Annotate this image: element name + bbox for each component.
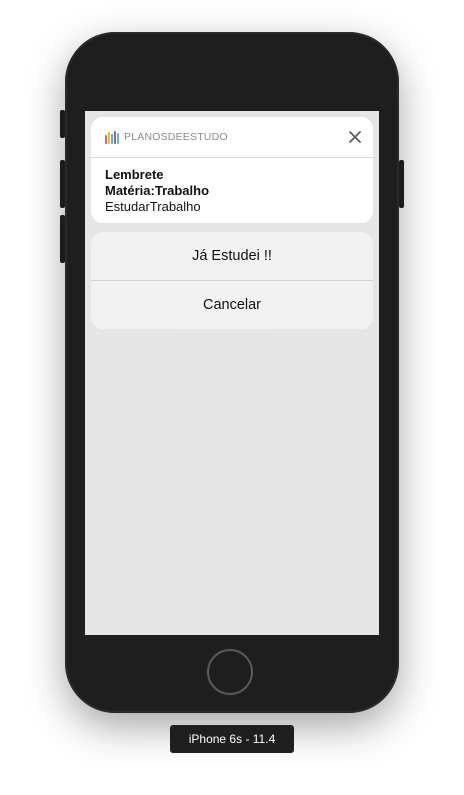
ja-estudei-button[interactable]: Já Estudei !! — [91, 232, 373, 280]
app-name: PLANOSDEESTUDO — [124, 131, 228, 143]
notification-header: PLANOSDEESTUDO — [91, 117, 373, 158]
notification-actions: Já Estudei !! Cancelar — [91, 232, 373, 329]
volume-up-button — [60, 160, 65, 208]
device-label: iPhone 6s - 11.4 — [170, 725, 294, 753]
iphone-frame: PLANOSDEESTUDO Lembrete Matéria:Trabalho… — [60, 32, 404, 713]
close-icon — [349, 131, 361, 143]
notification-title: Lembrete — [105, 167, 164, 182]
notification-subtitle: Matéria:Trabalho — [105, 183, 210, 198]
home-button[interactable] — [207, 649, 253, 695]
silent-switch — [60, 110, 65, 138]
notification-body: Lembrete Matéria:Trabalho EstudarTrabalh… — [91, 158, 373, 215]
cancel-button[interactable]: Cancelar — [91, 280, 373, 329]
screen: PLANOSDEESTUDO Lembrete Matéria:Trabalho… — [85, 111, 379, 635]
power-button — [399, 160, 404, 208]
notification-card: PLANOSDEESTUDO Lembrete Matéria:Trabalho… — [91, 117, 373, 223]
close-button[interactable] — [347, 129, 363, 145]
volume-down-button — [60, 215, 65, 263]
app-icon — [105, 130, 119, 144]
notification-message: EstudarTrabalho — [105, 199, 201, 214]
